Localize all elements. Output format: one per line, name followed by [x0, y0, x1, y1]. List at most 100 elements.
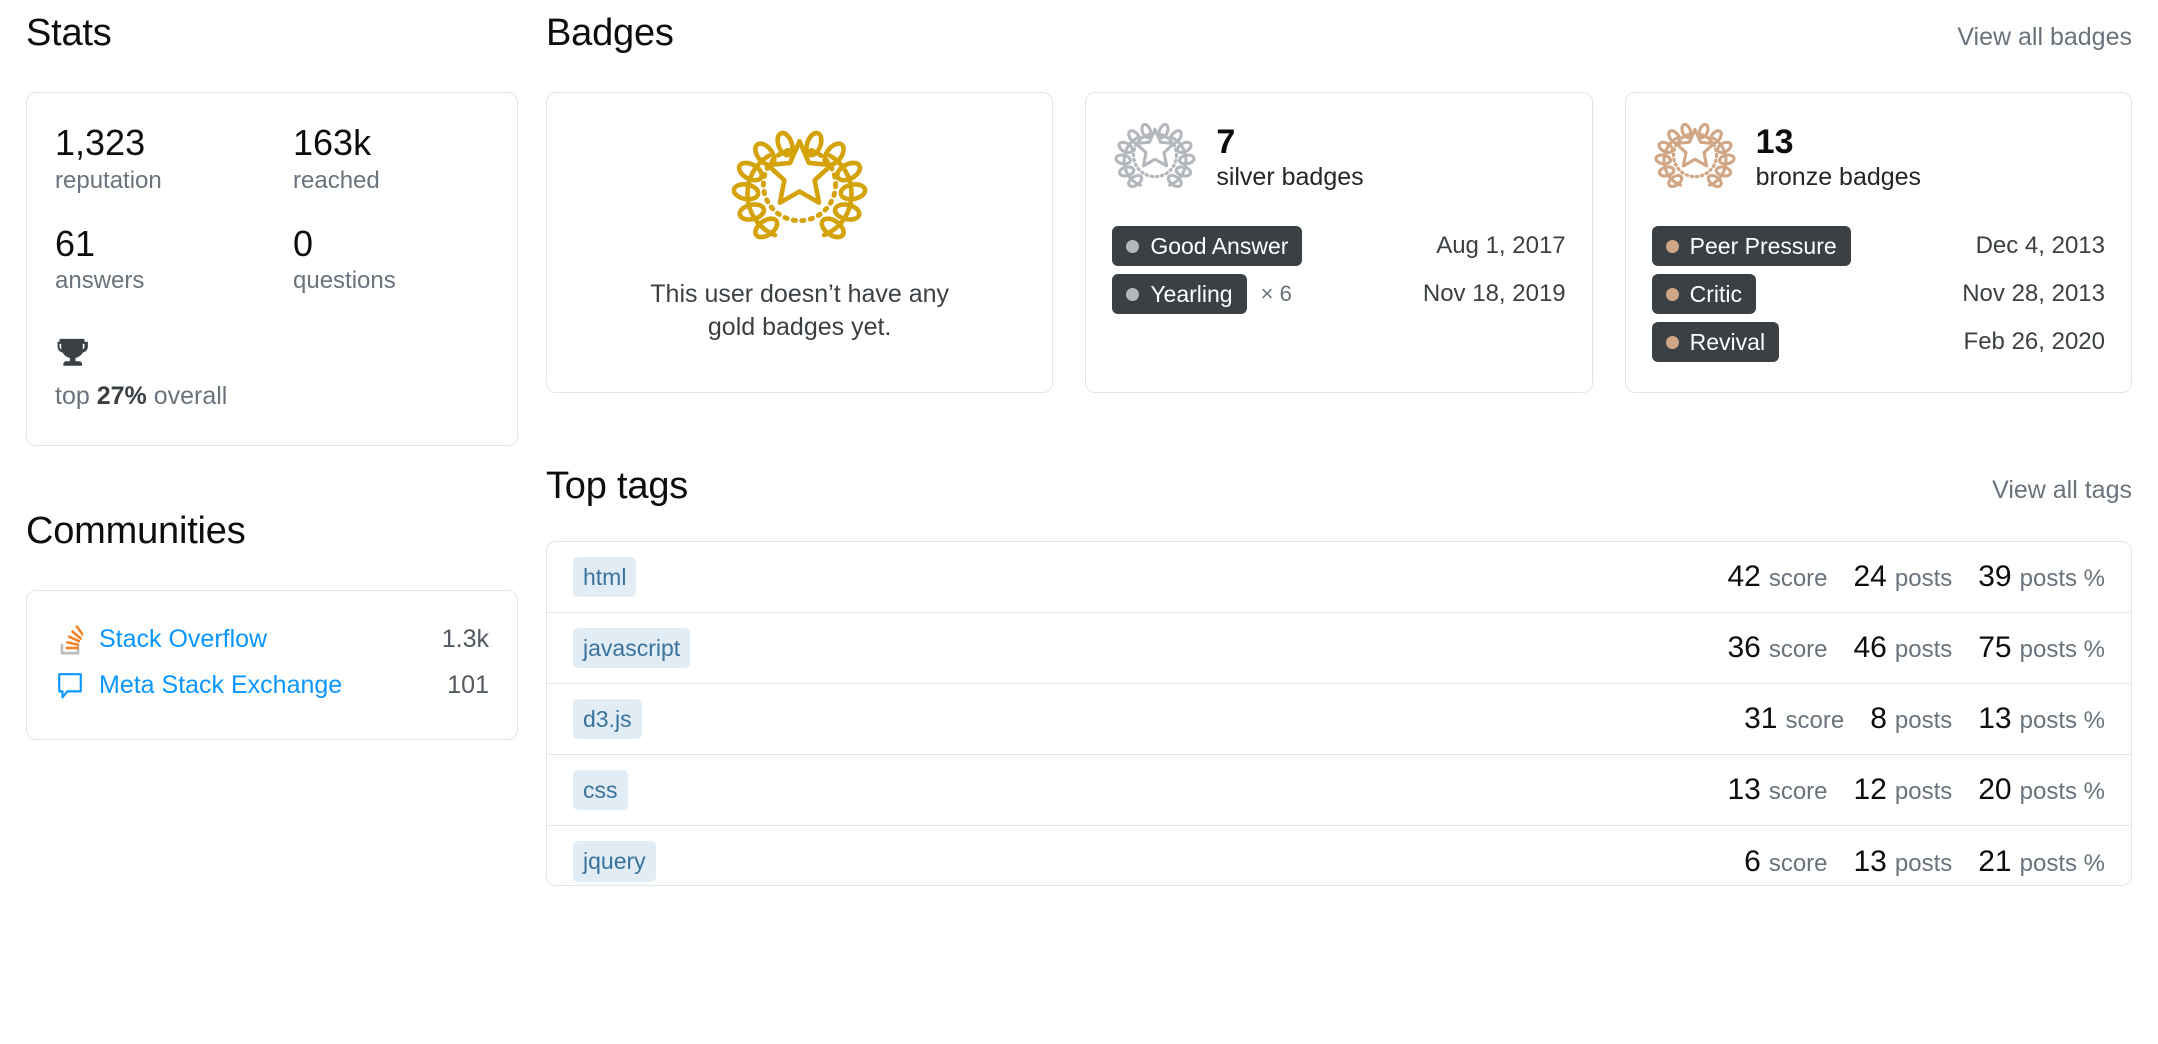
tag-posts-value: 12: [1853, 773, 1887, 806]
tag-posts-pct-label: posts %: [2019, 636, 2105, 663]
view-all-tags-link[interactable]: View all tags: [1992, 476, 2132, 505]
stat-answers: 61 answers: [55, 224, 293, 297]
bronze-badge-header: 13 bronze badges: [1652, 117, 2105, 200]
tag-link[interactable]: javascript: [573, 627, 691, 669]
top-percent-text: top 27% overall: [55, 382, 489, 411]
badge-name: Critic: [1689, 280, 1743, 307]
bronze-dot-icon: [1665, 287, 1679, 301]
silver-dot-icon: [1126, 287, 1140, 301]
badge-line: Yearling × 6 Nov 18, 2019: [1112, 270, 1566, 318]
top-percent-block: top 27% overall: [55, 337, 489, 411]
tag-score-value: 13: [1727, 773, 1761, 806]
silver-dot-icon: [1126, 239, 1140, 253]
badge-date: Dec 4, 2013: [1975, 232, 2105, 259]
tag-posts-pct-label: posts %: [2019, 849, 2105, 877]
badge-pill[interactable]: Good Answer: [1112, 225, 1303, 267]
tag-posts-pct-value: 21: [1978, 844, 2012, 878]
tag-link[interactable]: html: [573, 556, 637, 598]
bronze-dot-icon: [1665, 239, 1679, 253]
stat-label: reached: [293, 166, 380, 194]
silver-badges-card: 7 silver badges Good Answer Aug 1, 2017: [1085, 92, 1593, 393]
badge-pill[interactable]: Revival: [1651, 321, 1780, 363]
tag-metrics: 36 score 46 posts 75 posts %: [1727, 631, 2105, 665]
stat-label: answers: [55, 267, 145, 295]
gold-empty-message: This user doesn’t have any gold badges y…: [650, 280, 950, 341]
stat-reputation: 1,323 reputation: [55, 123, 293, 196]
silver-laurel-badge-icon: [1112, 117, 1198, 200]
bronze-badge-count: 13: [1755, 122, 1794, 161]
bronze-badge-list: Peer Pressure Dec 4, 2013 Critic Nov 28,…: [1651, 222, 2105, 366]
stats-title: Stats: [26, 12, 112, 54]
stat-reached: 163k reached: [293, 123, 489, 196]
left-column: Stats 1,323 reputation 163k reached 61 a…: [26, 14, 518, 740]
tag-posts-pct: 13 posts %: [1978, 702, 2105, 736]
tag-metrics: 42 score 24 posts 39 posts %: [1727, 560, 2105, 594]
tag-score: 42 score: [1727, 560, 1827, 594]
tag-posts: 46 posts: [1854, 631, 1953, 665]
tag-link[interactable]: d3.js: [573, 698, 642, 740]
tag-link[interactable]: css: [573, 769, 628, 811]
tag-posts-value: 13: [1853, 844, 1887, 878]
silver-badge-list: Good Answer Aug 1, 2017 Yearling × 6 Nov…: [1112, 222, 1566, 318]
stack-overflow-icon: [55, 624, 85, 655]
tag-posts-pct-value: 13: [1978, 702, 2012, 735]
tag-score: 6 score: [1744, 845, 1827, 879]
communities-title: Communities: [26, 509, 246, 552]
community-row-stack-overflow[interactable]: Stack Overflow 1.3k: [55, 617, 489, 663]
badge-pill[interactable]: Peer Pressure: [1651, 225, 1851, 267]
silver-badge-header: 7 silver badges: [1112, 117, 1565, 200]
tag-posts-label: posts: [1894, 636, 1953, 663]
community-reputation: 101: [447, 671, 489, 700]
badges-cards: This user doesn’t have any gold badges y…: [546, 92, 2132, 393]
tag-score-label: score: [1785, 707, 1845, 734]
tag-posts-label: posts: [1894, 565, 1953, 592]
badge-name: Good Answer: [1150, 232, 1289, 259]
bronze-badge-kind: bronze badges: [1755, 163, 1922, 192]
badge-name: Revival: [1689, 328, 1766, 355]
tag-posts: 8 posts: [1870, 702, 1952, 736]
silver-badge-kind: silver badges: [1216, 163, 1364, 192]
badge-date: Nov 28, 2013: [1962, 280, 2105, 307]
tag-link[interactable]: jquery: [573, 841, 656, 882]
badge-line: Peer Pressure Dec 4, 2013: [1651, 222, 2105, 270]
silver-badge-summary: 7 silver badges: [1216, 124, 1364, 193]
badges-title: Badges: [546, 12, 674, 54]
top-tags-header: Top tags View all tags: [546, 467, 2132, 505]
table-row[interactable]: css 13 score 12 posts 20 posts %: [547, 755, 2131, 826]
table-row[interactable]: javascript 36 score 46 posts 75 posts %: [547, 613, 2131, 684]
tag-posts-pct: 39 posts %: [1978, 560, 2105, 594]
tag-posts-pct-label: posts %: [2019, 707, 2105, 734]
table-row[interactable]: jquery 6 score 13 posts 21 posts %: [547, 826, 2131, 885]
badge-line: Good Answer Aug 1, 2017: [1112, 222, 1566, 270]
stat-questions: 0 questions: [293, 224, 489, 297]
badge-date: Nov 18, 2019: [1422, 280, 1566, 307]
top-tags-title: Top tags: [546, 465, 689, 507]
tag-posts-label: posts: [1894, 778, 1953, 805]
tag-posts-pct-value: 39: [1978, 560, 2012, 593]
tag-score: 13 score: [1727, 773, 1827, 807]
tag-posts-value: 8: [1870, 702, 1887, 735]
badge-name: Peer Pressure: [1689, 232, 1837, 259]
tag-posts-pct: 20 posts %: [1978, 773, 2105, 807]
tag-posts-value: 24: [1853, 560, 1887, 593]
speech-bubble-icon: [55, 671, 85, 701]
stat-value: 61: [55, 222, 96, 264]
badge-pill[interactable]: Yearling: [1112, 273, 1247, 315]
view-all-badges-link[interactable]: View all badges: [1957, 23, 2132, 52]
stat-label: questions: [293, 267, 396, 295]
table-row[interactable]: html 42 score 24 posts 39 posts %: [547, 542, 2131, 613]
bronze-badge-summary: 13 bronze badges: [1755, 122, 1922, 193]
table-row[interactable]: d3.js 31 score 8 posts 13 posts %: [547, 684, 2131, 755]
tag-posts-pct-value: 75: [1978, 631, 2012, 664]
tag-score-value: 6: [1744, 844, 1761, 878]
trophy-icon: [55, 337, 489, 374]
community-row-meta-stack-exchange[interactable]: Meta Stack Exchange 101: [55, 663, 489, 709]
tag-posts-label: posts: [1894, 849, 1953, 877]
community-name[interactable]: Meta Stack Exchange: [99, 671, 447, 700]
top-percent-suffix: overall: [146, 381, 228, 410]
badge-pill[interactable]: Critic: [1651, 273, 1757, 315]
stats-grid: 1,323 reputation 163k reached 61 answers…: [55, 123, 489, 297]
tag-posts: 24 posts: [1854, 560, 1953, 594]
community-name[interactable]: Stack Overflow: [99, 625, 442, 654]
community-reputation: 1.3k: [441, 625, 489, 654]
